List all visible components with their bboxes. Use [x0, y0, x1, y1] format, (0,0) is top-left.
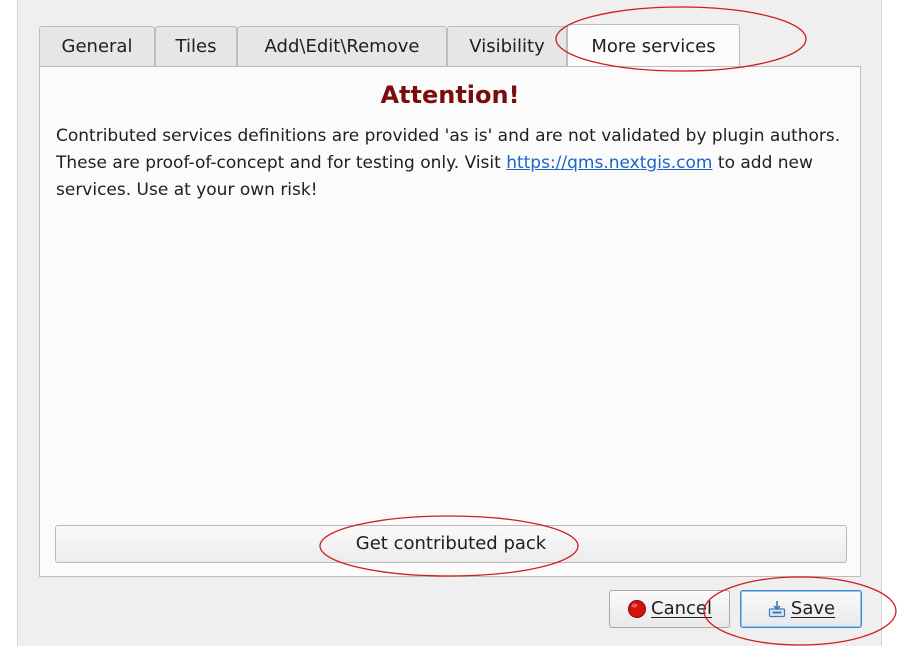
- save-icon: [768, 601, 786, 618]
- tab-visibility[interactable]: Visibility: [447, 26, 567, 66]
- cancel-button[interactable]: Cancel: [609, 590, 730, 628]
- attention-heading: Attention!: [380, 81, 520, 109]
- tab-general[interactable]: General: [39, 26, 155, 66]
- more-services-panel: Attention! Contributed services definiti…: [39, 66, 861, 577]
- red-stop-icon: [628, 600, 646, 618]
- tab-add-edit-remove[interactable]: Add\Edit\Remove: [237, 26, 447, 66]
- attention-message: Contributed services definitions are pro…: [56, 123, 846, 204]
- cancel-label: Cancel: [651, 598, 712, 619]
- save-label: Save: [790, 598, 836, 619]
- tab-more-services[interactable]: More services: [567, 24, 740, 66]
- nextgis-link[interactable]: https://qms.nextgis.com: [506, 153, 712, 173]
- tab-tiles[interactable]: Tiles: [155, 26, 237, 66]
- settings-dialog: General Tiles Add\Edit\Remove Visibility…: [17, 0, 882, 646]
- get-contributed-pack-button[interactable]: Get contributed pack: [55, 525, 847, 563]
- save-button[interactable]: Save: [740, 590, 862, 628]
